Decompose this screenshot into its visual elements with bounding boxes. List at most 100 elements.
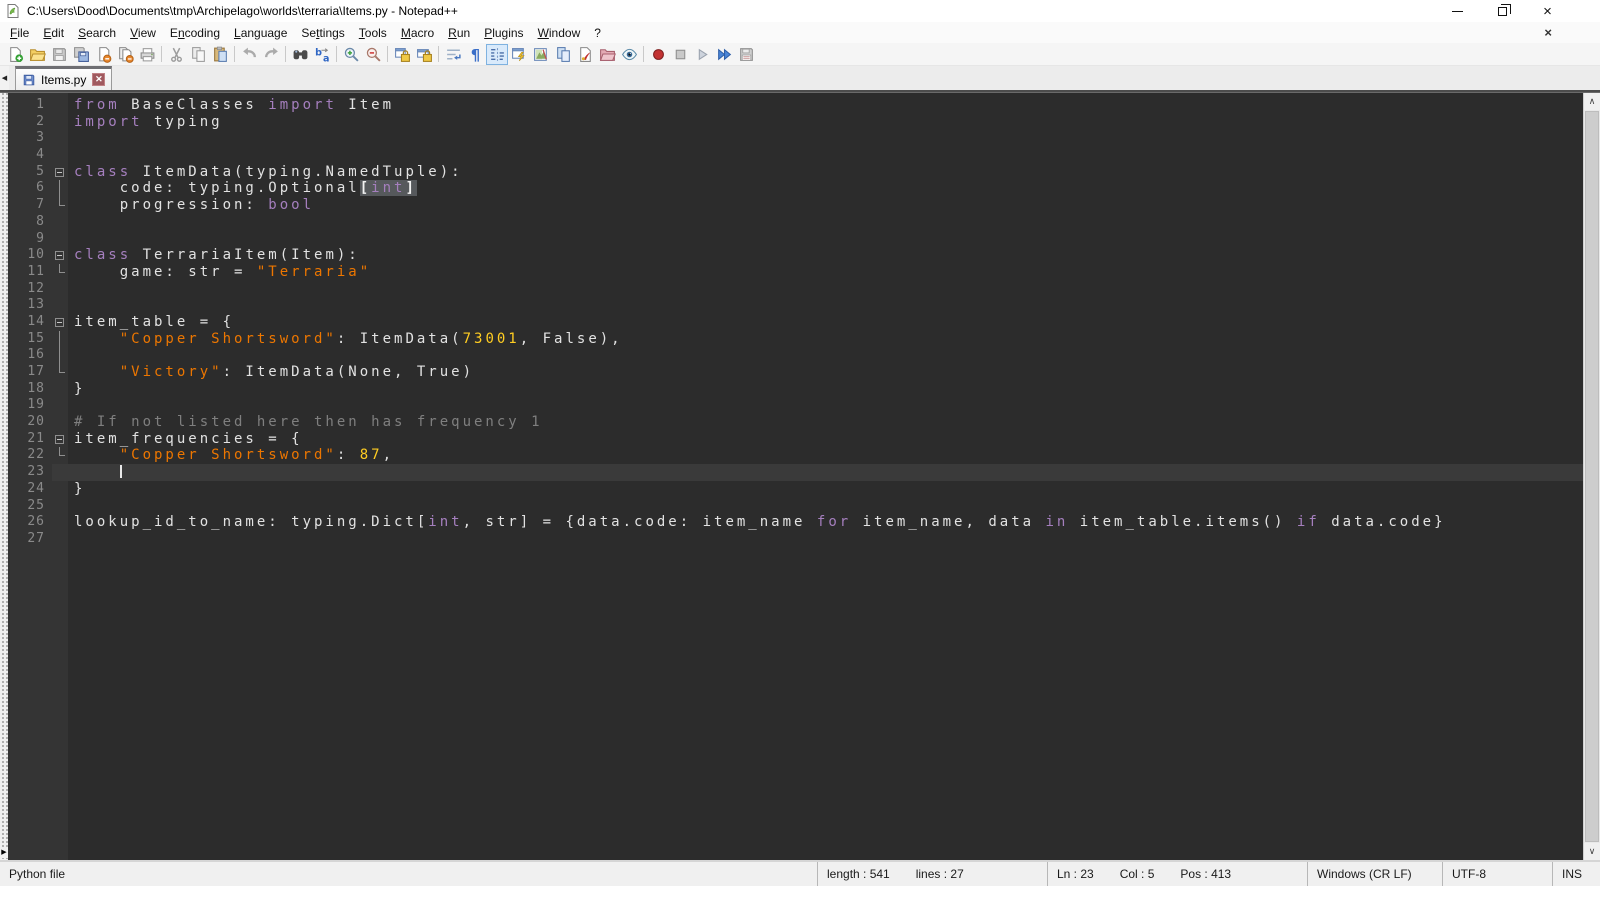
sync-horizontal-button[interactable] [413,44,435,65]
redo-button[interactable] [260,44,282,65]
close-button[interactable]: × [1525,0,1570,22]
open-file-icon [29,46,46,63]
fold-collapse-icon[interactable] [55,318,64,327]
code-text[interactable]: code: typing.Optional[int] [68,180,1583,197]
code-text[interactable]: game: str = "Terraria" [68,264,1583,281]
cut-button[interactable] [165,44,187,65]
fold-collapse-icon[interactable] [55,251,64,260]
save-file-button[interactable] [48,44,70,65]
fold-margin[interactable] [52,247,68,264]
menu-item-settings[interactable]: Settings [294,23,351,43]
tab-items-py[interactable]: Items.py✕ [15,66,112,90]
replace-button[interactable] [311,44,333,65]
menu-item-language[interactable]: Language [227,23,294,43]
fold-margin[interactable] [52,431,68,448]
document-map-button[interactable] [530,44,552,65]
scroll-up-icon[interactable]: ∧ [1584,93,1600,110]
code-text[interactable]: # If not listed here then has frequency … [68,414,1583,431]
zoom-in-button[interactable] [340,44,362,65]
editor[interactable]: 1from BaseClasses import Item2import typ… [8,93,1583,860]
code-text[interactable]: item_frequencies = { [68,431,1583,448]
menu-item-edit[interactable]: Edit [36,23,71,43]
grip-arrow-icon[interactable]: ▶ [0,848,8,858]
code-text[interactable] [68,231,1583,248]
close-document-button[interactable]: × [1544,25,1552,40]
zoom-out-button[interactable] [362,44,384,65]
code-text[interactable] [68,397,1583,414]
code-text[interactable] [68,531,1583,548]
notepadpp-logo-icon [5,3,21,19]
menu-item-window[interactable]: Window [531,23,588,43]
macro-run-multiple-button[interactable] [713,44,735,65]
close-all-button[interactable] [114,44,136,65]
code-text[interactable]: "Copper Shortsword": 87, [68,447,1583,464]
macro-stop-button[interactable] [669,44,691,65]
open-file-button[interactable] [26,44,48,65]
new-file-button[interactable] [4,44,26,65]
code-text[interactable] [68,214,1583,231]
fold-margin [52,531,68,548]
macro-playback-button[interactable] [691,44,713,65]
code-text[interactable]: "Victory": ItemData(None, True) [68,364,1583,381]
sync-vertical-button[interactable] [391,44,413,65]
menu-item-encoding[interactable]: Encoding [163,23,227,43]
menu-item-[interactable]: ? [587,23,608,43]
tab-scroll-left-icon[interactable]: ◀ [0,66,9,90]
code-text[interactable] [68,147,1583,164]
code-text[interactable]: "Copper Shortsword": ItemData(73001, Fal… [68,331,1583,348]
copy-icon [190,46,207,63]
find-button[interactable] [289,44,311,65]
menu-item-view[interactable]: View [123,23,163,43]
code-text[interactable] [68,464,1583,481]
menu-item-macro[interactable]: Macro [394,23,441,43]
menu-item-tools[interactable]: Tools [352,23,394,43]
code-text[interactable] [68,130,1583,147]
code-text[interactable] [68,498,1583,515]
macro-record-button[interactable] [647,44,669,65]
menu-item-file[interactable]: File [3,23,36,43]
fold-margin[interactable] [52,314,68,331]
code-text[interactable]: import typing [68,114,1583,131]
document-switcher-button[interactable] [552,44,574,65]
undo-button[interactable] [238,44,260,65]
scroll-down-icon[interactable]: ∨ [1584,843,1600,860]
vertical-scrollbar[interactable]: ∧ ∨ [1583,93,1600,860]
code-text[interactable]: progression: bool [68,197,1583,214]
menu-item-run[interactable]: Run [441,23,477,43]
save-all-button[interactable] [70,44,92,65]
macro-save-button[interactable] [735,44,757,65]
paste-button[interactable] [209,44,231,65]
copy-button[interactable] [187,44,209,65]
function-list-button[interactable] [508,44,530,65]
fold-collapse-icon[interactable] [55,435,64,444]
minimize-button[interactable] [1435,0,1480,22]
scrollbar-thumb[interactable] [1585,111,1599,842]
code-text[interactable]: item_table = { [68,314,1583,331]
indent-guide-button[interactable] [486,44,508,65]
restore-button[interactable] [1480,0,1525,22]
word-wrap-button[interactable] [442,44,464,65]
code-area[interactable]: 1from BaseClasses import Item2import typ… [8,93,1583,860]
fold-collapse-icon[interactable] [55,168,64,177]
tab-close-icon[interactable]: ✕ [92,73,105,86]
folder-as-workspace-button[interactable] [596,44,618,65]
code-text[interactable]: } [68,381,1583,398]
fold-margin[interactable] [52,164,68,181]
file-monitoring-button[interactable] [618,44,640,65]
code-text[interactable]: lookup_id_to_name: typing.Dict[int, str]… [68,514,1583,531]
code-text[interactable] [68,347,1583,364]
tab-bar: ◀ Items.py✕ [0,66,1600,92]
code-text[interactable]: } [68,481,1583,498]
show-all-characters-button[interactable] [464,44,486,65]
run-external-button[interactable] [574,44,596,65]
close-file-button[interactable] [92,44,114,65]
code-text[interactable]: class ItemData(typing.NamedTuple): [68,164,1583,181]
menu-item-plugins[interactable]: Plugins [477,23,530,43]
print-button[interactable] [136,44,158,65]
code-text[interactable]: class TerrariaItem(Item): [68,247,1583,264]
code-text[interactable] [68,297,1583,314]
code-text[interactable]: from BaseClasses import Item [68,97,1583,114]
menu-item-search[interactable]: Search [71,23,123,43]
code-text[interactable] [68,281,1583,298]
dock-grip[interactable]: ▶ [0,93,8,860]
